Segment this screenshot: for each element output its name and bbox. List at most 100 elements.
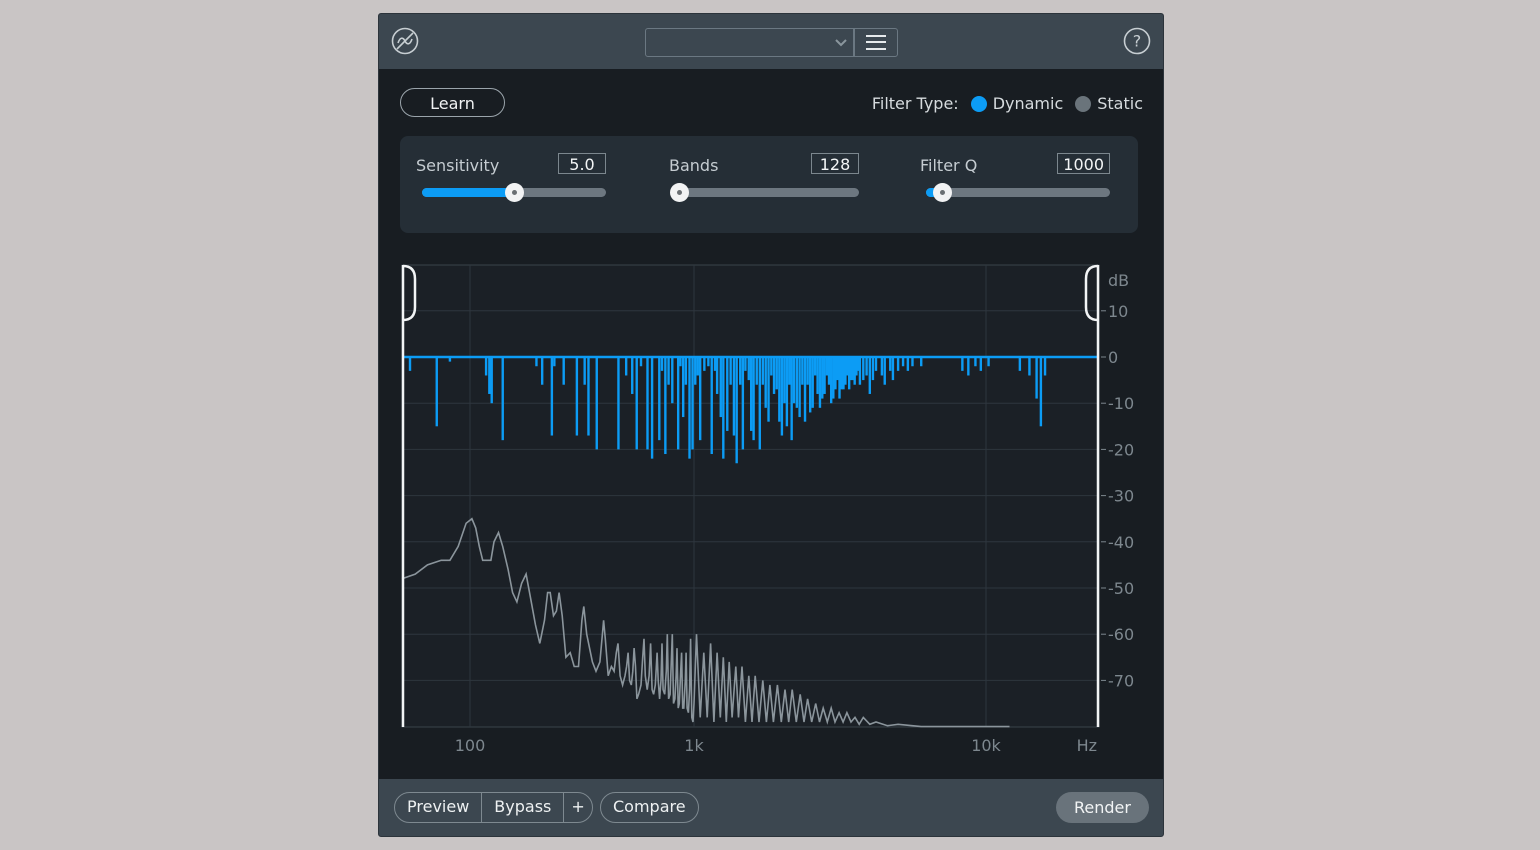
filter-q-slider[interactable] xyxy=(926,183,1110,202)
radio-static-label[interactable]: Static xyxy=(1097,94,1143,113)
reduction-bar xyxy=(792,357,796,404)
reduction-bar xyxy=(790,357,793,441)
reduction-bar xyxy=(874,357,878,371)
svg-text:?: ? xyxy=(1133,32,1142,51)
reduction-bar xyxy=(871,357,875,381)
spectral-denoise-logo-icon[interactable] xyxy=(391,27,419,55)
sensitivity-slider[interactable] xyxy=(422,183,606,202)
reduction-bar xyxy=(806,357,809,385)
controls-panel: Sensitivity 5.0 Bands 128 Filter Q 1000 xyxy=(400,136,1138,233)
preset-dropdown[interactable] xyxy=(645,28,855,57)
reduction-bar xyxy=(1035,357,1038,399)
reduction-bar xyxy=(752,357,755,441)
reduction-bar xyxy=(540,357,544,385)
y-tick-label: -20 xyxy=(1108,440,1134,459)
reduction-bar xyxy=(825,357,829,376)
bands-slider-thumb[interactable] xyxy=(670,183,689,202)
reduction-bar xyxy=(595,357,598,450)
reduction-bar xyxy=(783,357,786,404)
radio-static[interactable] xyxy=(1075,95,1092,112)
reduction-bar xyxy=(408,357,412,371)
reduction-bar xyxy=(1018,357,1022,371)
reduction-bar xyxy=(801,357,804,385)
y-tick-label: -10 xyxy=(1108,394,1134,413)
reduction-bar xyxy=(639,357,643,367)
reduction-bar xyxy=(676,357,680,450)
reduction-bar xyxy=(858,357,862,385)
reduction-bar xyxy=(775,357,778,390)
bands-slider[interactable] xyxy=(670,183,859,202)
reduction-bar xyxy=(1039,357,1043,427)
footer-bar: Preview Bypass + Compare Render xyxy=(379,779,1163,836)
sensitivity-slider-thumb[interactable] xyxy=(505,183,524,202)
y-tick-label: -30 xyxy=(1108,487,1134,506)
render-button[interactable]: Render xyxy=(1056,792,1149,823)
reduction-bar xyxy=(961,357,964,371)
reduction-bar xyxy=(767,357,770,422)
reduction-bar xyxy=(770,357,773,376)
reduction-bar xyxy=(722,357,725,459)
filter-q-slider-thumb[interactable] xyxy=(933,183,953,202)
reduction-bar xyxy=(967,357,970,376)
reduction-bar xyxy=(617,357,620,450)
filter-type-label: Filter Type: xyxy=(871,94,959,113)
reduction-bar xyxy=(755,357,758,385)
y-tick-label: -70 xyxy=(1108,671,1134,690)
reduction-bar xyxy=(974,357,977,367)
reduction-bar xyxy=(553,357,556,367)
reduction-bar xyxy=(811,357,814,408)
help-question-icon[interactable]: ? xyxy=(1123,27,1151,55)
reduction-bar xyxy=(798,357,801,418)
x-tick-label: 10k xyxy=(971,736,1001,755)
hamburger-menu-icon[interactable] xyxy=(853,28,898,57)
reduction-bar xyxy=(667,357,670,385)
reduction-bar xyxy=(575,357,579,436)
reduction-bar xyxy=(1043,357,1047,376)
reduction-bar xyxy=(788,357,791,385)
preview-button[interactable]: Preview xyxy=(395,793,481,822)
add-bypass-button[interactable]: + xyxy=(563,793,591,822)
reduction-bar xyxy=(827,357,831,385)
reduction-bar xyxy=(691,357,694,450)
reduction-bar xyxy=(750,357,753,431)
sensitivity-value-field[interactable]: 5.0 xyxy=(558,153,606,174)
reduction-bar xyxy=(803,357,807,422)
reduction-bar xyxy=(490,357,493,404)
reduction-bar xyxy=(710,357,713,455)
reduction-bar xyxy=(501,357,504,441)
reduction-bar xyxy=(715,357,719,394)
reduction-bar xyxy=(635,357,638,450)
reduction-bar xyxy=(679,357,682,367)
x-unit-label: Hz xyxy=(1077,736,1097,755)
radio-dynamic-label[interactable]: Dynamic xyxy=(993,94,1064,113)
filter-q-value-field[interactable]: 1000 xyxy=(1057,153,1110,174)
reduction-bar xyxy=(920,357,923,367)
reduction-bar xyxy=(684,357,688,385)
reduction-bar xyxy=(729,357,732,385)
reduction-bar xyxy=(889,357,892,371)
reduction-bar xyxy=(744,357,747,371)
reduction-bar xyxy=(694,357,697,385)
radio-dynamic[interactable] xyxy=(970,95,987,112)
reduction-bar xyxy=(829,357,833,404)
reduction-bar xyxy=(808,357,812,413)
bypass-button[interactable]: Bypass xyxy=(481,793,563,822)
reduction-bar xyxy=(911,357,914,367)
reduction-bar xyxy=(795,357,799,408)
reduction-bar xyxy=(484,357,488,376)
bands-value-field[interactable]: 128 xyxy=(811,153,859,174)
reduction-bar xyxy=(650,357,654,459)
reduction-bar xyxy=(671,357,674,404)
reduction-bar xyxy=(707,357,710,367)
y-tick-label: 10 xyxy=(1108,302,1128,321)
filter-type-group: Filter Type: Dynamic Static xyxy=(872,94,1143,113)
spectrum-graph[interactable]: 100-10-20-30-40-50-60-70dB100 1k 10k Hz xyxy=(379,254,1163,774)
learn-button[interactable]: Learn xyxy=(400,88,505,117)
reduction-bar xyxy=(832,357,835,399)
sensitivity-label: Sensitivity xyxy=(416,156,500,175)
reduction-bar xyxy=(778,357,781,422)
reduction-bar xyxy=(713,357,717,371)
reduction-bar xyxy=(987,357,990,367)
compare-button[interactable]: Compare xyxy=(601,793,698,822)
filter-q-control: Filter Q 1000 xyxy=(920,136,1110,233)
